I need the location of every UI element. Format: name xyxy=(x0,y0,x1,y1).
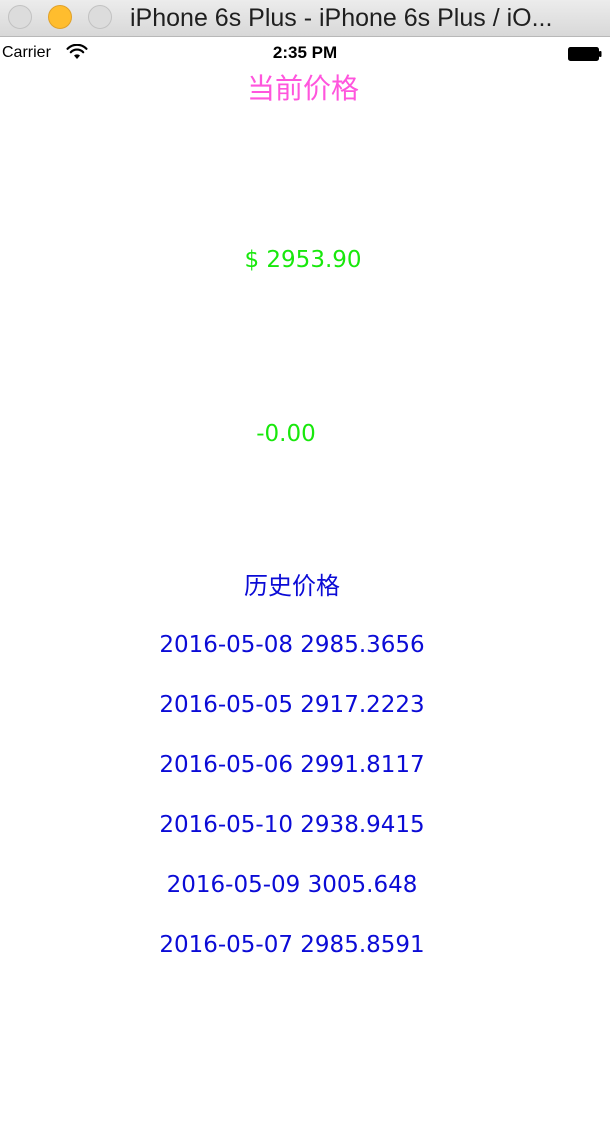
battery-icon xyxy=(568,47,602,61)
history-row: 2016-05-06 2991.8117 xyxy=(159,752,425,778)
history-row: 2016-05-10 2938.9415 xyxy=(159,812,425,838)
history-row: 2016-05-09 3005.648 xyxy=(166,872,418,898)
simulator-window: iPhone 6s Plus - iPhone 6s Plus / iO... … xyxy=(0,0,610,1140)
status-time: 2:35 PM xyxy=(272,43,338,62)
history-price-heading: 历史价格 xyxy=(244,572,340,600)
minimize-window-button[interactable] xyxy=(48,5,72,29)
window-title: iPhone 6s Plus - iPhone 6s Plus / iO... xyxy=(130,4,553,32)
window-titlebar: iPhone 6s Plus - iPhone 6s Plus / iO... xyxy=(0,0,610,37)
history-row: 2016-05-05 2917.2223 xyxy=(159,692,425,718)
current-price-value: $ 2953.90 xyxy=(244,247,362,273)
history-row: 2016-05-08 2985.3656 xyxy=(159,632,425,658)
zoom-window-button[interactable] xyxy=(88,5,112,29)
ios-status-bar: Carrier 2:35 PM xyxy=(0,38,610,70)
price-change-value: -0.00 xyxy=(256,421,316,447)
close-window-button[interactable] xyxy=(8,5,32,29)
history-row: 2016-05-07 2985.8591 xyxy=(159,932,425,958)
current-price-heading: 当前价格 xyxy=(246,72,359,105)
